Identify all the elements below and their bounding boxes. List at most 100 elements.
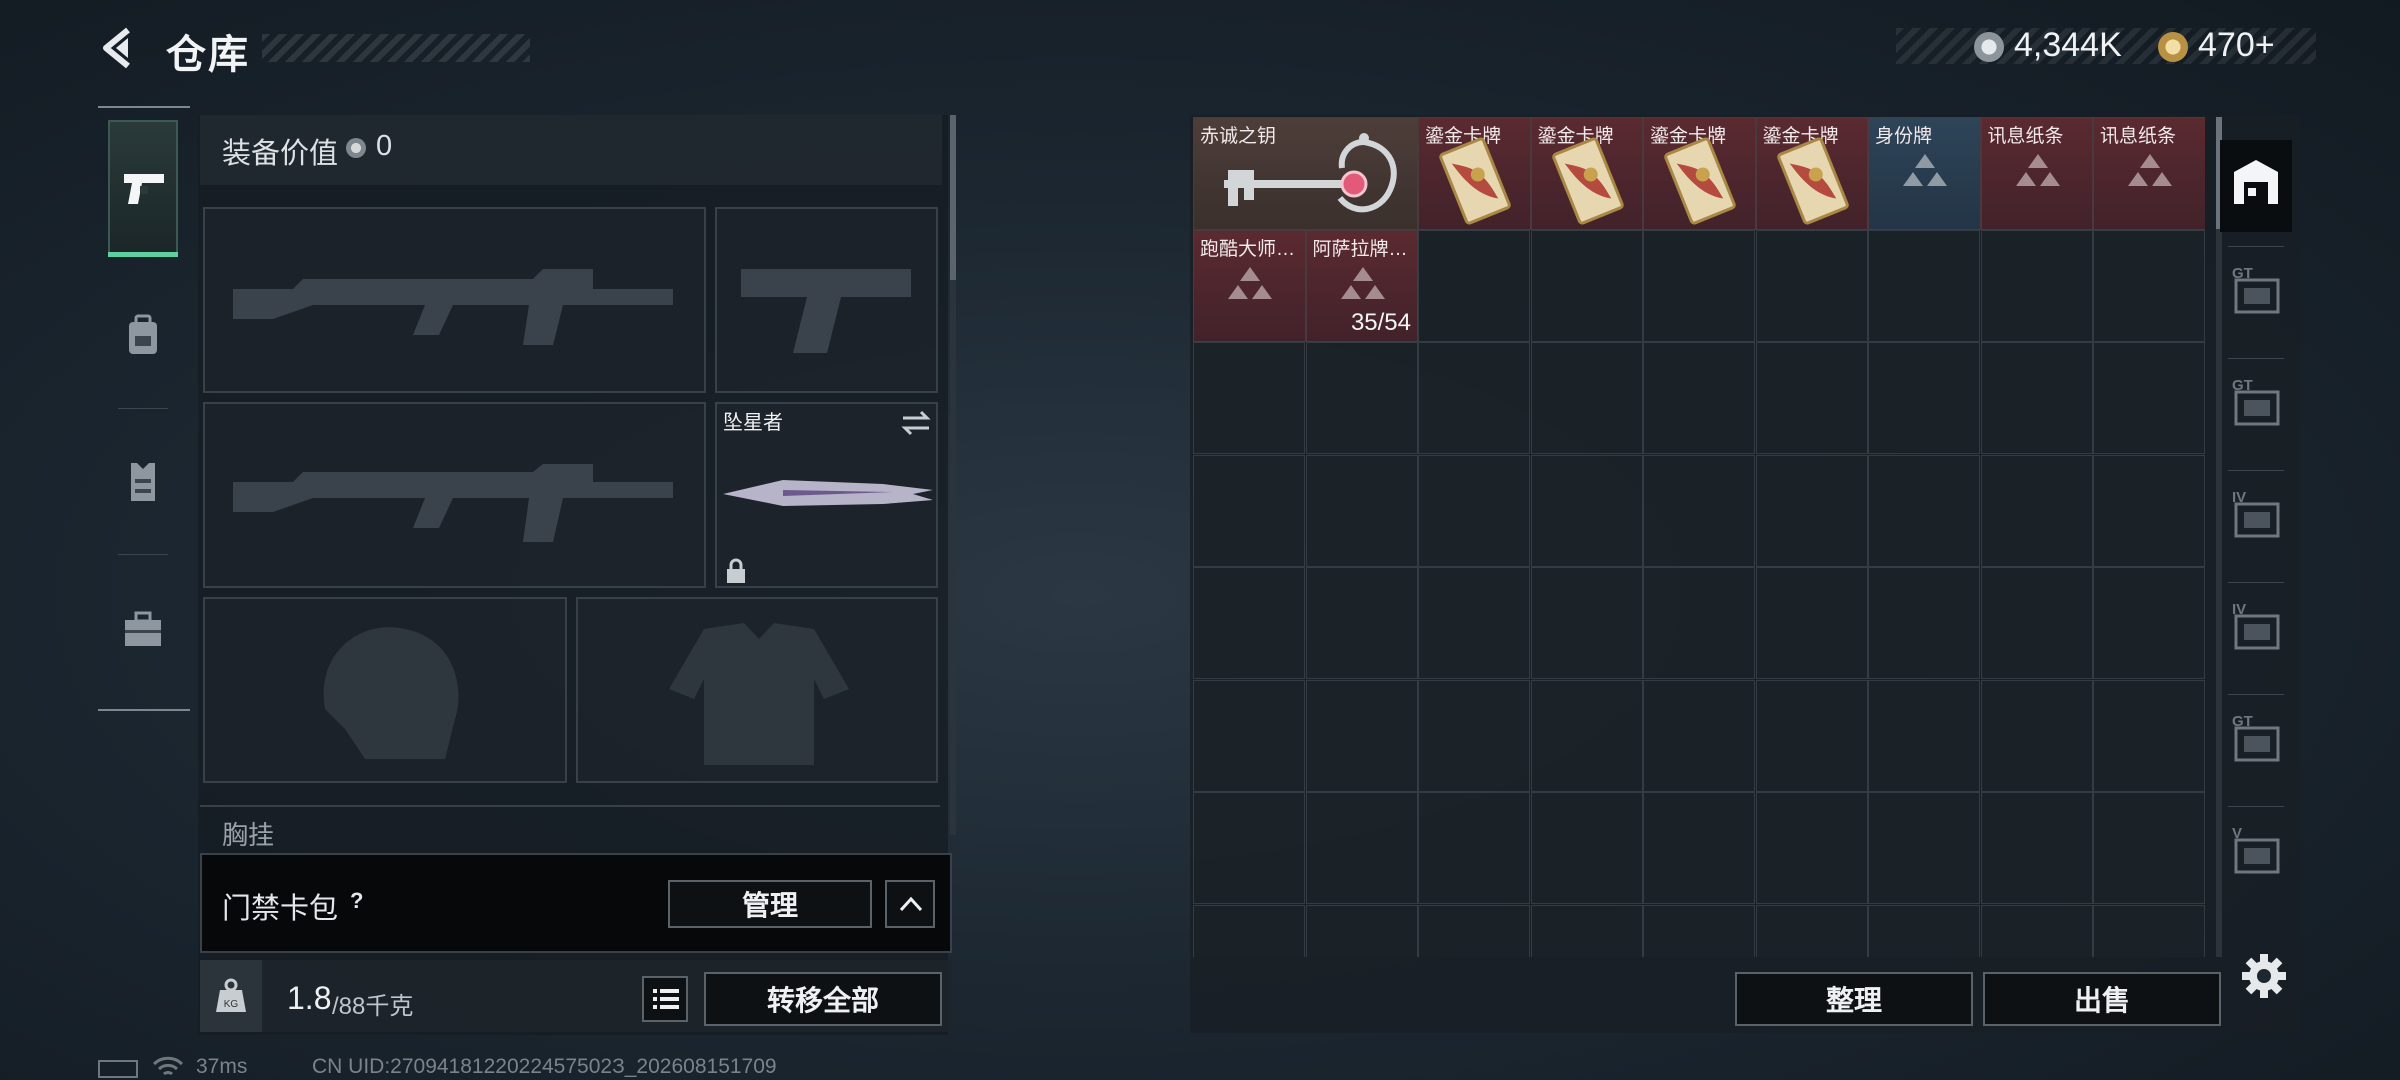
stash-item[interactable]: 阿萨拉牌… 35/54 xyxy=(1305,229,1418,342)
stash-cell[interactable] xyxy=(1418,679,1530,792)
stash-cell[interactable] xyxy=(1418,454,1530,567)
sell-button[interactable]: 出售 xyxy=(1983,972,2221,1026)
nav-tab-vest[interactable] xyxy=(108,432,178,532)
pistol-slot[interactable] xyxy=(715,207,938,393)
transfer-all-button[interactable]: 转移全部 xyxy=(704,972,942,1026)
swap-icon[interactable] xyxy=(901,410,931,436)
stash-cell[interactable] xyxy=(1305,904,1418,957)
melee-slot[interactable]: 坠星者 xyxy=(715,402,938,588)
stash-cell[interactable] xyxy=(1193,342,1305,454)
stash-cell[interactable] xyxy=(1305,567,1418,679)
stash-cell[interactable] xyxy=(1643,567,1755,679)
expand-collapse-button[interactable] xyxy=(885,880,935,928)
stash-cell[interactable] xyxy=(1643,904,1755,957)
stash-item[interactable]: 身份牌 xyxy=(1868,117,1981,230)
stash-cell[interactable] xyxy=(1980,567,2093,679)
stash-cell[interactable] xyxy=(1980,679,2093,792)
stash-cell[interactable] xyxy=(1643,679,1755,792)
stash-cell[interactable] xyxy=(2093,904,2205,957)
side-tab-gt-rifle[interactable]: GT xyxy=(2226,374,2286,444)
stash-cell[interactable] xyxy=(1643,342,1755,454)
settings-button[interactable] xyxy=(2240,952,2288,1000)
side-tab-gt-box[interactable]: GT xyxy=(2226,710,2286,780)
stash-cell[interactable] xyxy=(1980,229,2093,342)
stash-cell[interactable] xyxy=(1868,342,1980,454)
stash-cell[interactable] xyxy=(1755,567,1868,679)
stash-cell[interactable] xyxy=(1530,229,1643,342)
stash-cell[interactable] xyxy=(1305,342,1418,454)
stash-item[interactable]: 鎏金卡牌 xyxy=(1643,117,1756,230)
stash-cell[interactable] xyxy=(1305,679,1418,792)
stash-cell[interactable] xyxy=(1530,342,1643,454)
stash-item[interactable]: 赤诚之钥 xyxy=(1193,117,1418,230)
stash-cell[interactable] xyxy=(1418,792,1530,904)
side-tab-gt-case[interactable]: GT xyxy=(2226,262,2286,332)
stash-cell[interactable] xyxy=(1755,904,1868,957)
loadout-scrollbar-thumb[interactable] xyxy=(950,115,956,280)
stash-cell[interactable] xyxy=(1418,229,1530,342)
armor-slot[interactable] xyxy=(576,597,938,783)
stash-cell[interactable] xyxy=(1755,792,1868,904)
stash-cell[interactable] xyxy=(1980,342,2093,454)
side-tab-stash[interactable] xyxy=(2220,140,2292,232)
side-tab-v-safe[interactable]: V xyxy=(2226,822,2286,892)
nav-tab-weapons[interactable] xyxy=(108,120,178,256)
stash-cell[interactable] xyxy=(2093,454,2205,567)
stash-cell[interactable] xyxy=(1980,904,2093,957)
stash-cell[interactable] xyxy=(1418,342,1530,454)
stash-cell[interactable] xyxy=(2093,342,2205,454)
stash-cell[interactable] xyxy=(1193,792,1305,904)
stash-cell[interactable] xyxy=(1755,342,1868,454)
stash-cell[interactable] xyxy=(1755,229,1868,342)
stash-cell[interactable] xyxy=(1193,454,1305,567)
nav-tab-toolbox[interactable] xyxy=(108,580,178,680)
stash-cell[interactable] xyxy=(1980,454,2093,567)
side-tab-iv-medkit[interactable]: IV xyxy=(2226,598,2286,668)
stash-item[interactable]: 讯息纸条 xyxy=(1980,117,2093,230)
stash-cell[interactable] xyxy=(1193,679,1305,792)
currency-gold-value[interactable]: 470+ xyxy=(2198,26,2275,65)
stash-cell[interactable] xyxy=(1305,792,1418,904)
nav-tab-backpack[interactable] xyxy=(108,286,178,386)
stash-cell[interactable] xyxy=(1530,792,1643,904)
stash-item[interactable]: 讯息纸条 xyxy=(2093,117,2205,230)
stash-cell[interactable] xyxy=(1868,792,1980,904)
stash-cell[interactable] xyxy=(1530,679,1643,792)
stash-cell[interactable] xyxy=(2093,229,2205,342)
stash-cell[interactable] xyxy=(1643,229,1755,342)
stash-cell[interactable] xyxy=(1193,567,1305,679)
stash-cell[interactable] xyxy=(1418,567,1530,679)
stash-cell[interactable] xyxy=(1868,904,1980,957)
manage-button[interactable]: 管理 xyxy=(668,880,872,928)
stash-item[interactable]: 鎏金卡牌 xyxy=(1418,117,1531,230)
stash-cell[interactable] xyxy=(1193,904,1305,957)
stash-cell[interactable] xyxy=(1643,454,1755,567)
stash-cell[interactable] xyxy=(1305,454,1418,567)
back-button[interactable] xyxy=(98,26,142,70)
help-icon[interactable]: ? xyxy=(350,888,376,914)
stash-item[interactable]: 跑酷大师… xyxy=(1193,229,1306,342)
stash-cell[interactable] xyxy=(2093,679,2205,792)
primary-weapon-slot[interactable] xyxy=(203,207,706,393)
stash-cell[interactable] xyxy=(1643,792,1755,904)
stash-cell[interactable] xyxy=(1868,454,1980,567)
stash-cell[interactable] xyxy=(1868,567,1980,679)
stash-cell[interactable] xyxy=(1530,904,1643,957)
stash-cell[interactable] xyxy=(1530,454,1643,567)
stash-cell[interactable] xyxy=(2093,567,2205,679)
list-view-button[interactable] xyxy=(642,976,688,1022)
stash-cell[interactable] xyxy=(1755,454,1868,567)
helmet-slot[interactable] xyxy=(203,597,567,783)
stash-item[interactable]: 鎏金卡牌 xyxy=(1755,117,1868,230)
stash-cell[interactable] xyxy=(1980,792,2093,904)
stash-cell[interactable] xyxy=(1418,904,1530,957)
side-tab-iv-folder[interactable]: IV xyxy=(2226,486,2286,556)
stash-cell[interactable] xyxy=(1530,567,1643,679)
stash-cell[interactable] xyxy=(2093,792,2205,904)
stash-cell[interactable] xyxy=(1868,229,1980,342)
sort-button[interactable]: 整理 xyxy=(1735,972,1973,1026)
stash-cell[interactable] xyxy=(1755,679,1868,792)
secondary-weapon-slot[interactable] xyxy=(203,402,706,588)
stash-cell[interactable] xyxy=(1868,679,1980,792)
stash-item[interactable]: 鎏金卡牌 xyxy=(1530,117,1643,230)
